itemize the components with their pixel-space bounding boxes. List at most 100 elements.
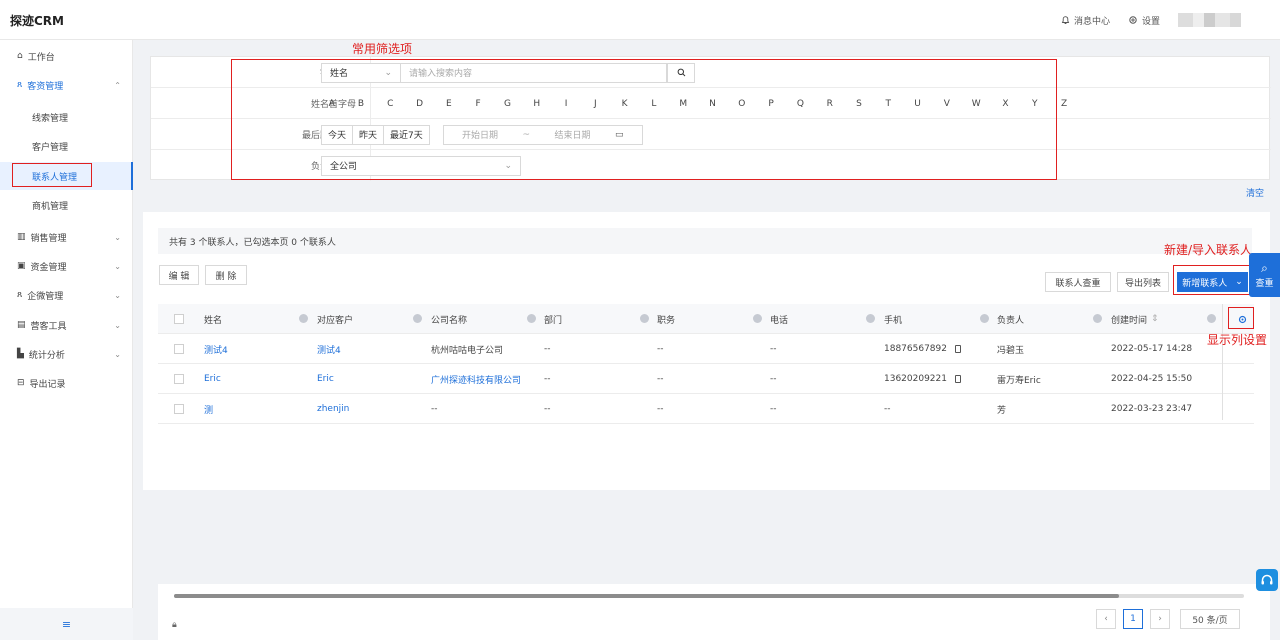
messages-link[interactable]: 消息中心 <box>1061 14 1110 27</box>
table-row[interactable]: 测试4 测试4 杭州咕咕电子公司 -- -- -- 18876567892 冯碧… <box>158 334 1254 364</box>
prev-page-button[interactable]: ‹ <box>1096 609 1116 629</box>
scrollbar-thumb[interactable] <box>174 594 1119 598</box>
mobile-cell: -- <box>884 404 891 414</box>
column-header-customer[interactable]: 对应客户 <box>317 304 428 334</box>
row-checkbox[interactable] <box>174 364 184 394</box>
chevron-down-icon: ⌄ <box>114 232 121 242</box>
select-all-checkbox[interactable] <box>174 304 184 334</box>
sidebar-item-label: 销售管理 <box>30 233 67 244</box>
copy-icon[interactable] <box>955 345 961 353</box>
chevron-down-icon: ⌄ <box>114 261 121 271</box>
column-menu-icon[interactable] <box>640 314 649 323</box>
sidebar-item-label: 客资管理 <box>27 81 64 92</box>
sidebar-item-finance[interactable]: ▣ 资金管理 ⌄ <box>0 252 133 280</box>
company-link[interactable]: 广州探迹科技有限公司 <box>431 364 521 394</box>
chevron-down-icon: ⌄ <box>114 320 121 330</box>
gear-icon <box>1129 16 1137 24</box>
document-search-icon: ⌕ <box>1261 261 1268 275</box>
sidebar-item-leads[interactable]: 线索管理 <box>0 103 133 131</box>
row-checkbox[interactable] <box>174 334 184 364</box>
edit-button[interactable]: 编 辑 <box>159 265 199 285</box>
export-list-button[interactable]: 导出列表 <box>1117 272 1169 292</box>
column-menu-icon[interactable] <box>1093 314 1102 323</box>
sidebar-item-tools[interactable]: ▤ 营客工具 ⌄ <box>0 311 133 339</box>
page-size-select[interactable]: 50 条/页 <box>1180 609 1240 629</box>
dept-cell: -- <box>544 374 551 384</box>
lock-icon[interactable]: 🔒︎ <box>172 620 177 630</box>
chart-box-icon: ▥ <box>17 232 26 242</box>
column-header-label: 公司名称 <box>431 315 468 326</box>
dept-cell: -- <box>544 344 551 354</box>
phone-cell: -- <box>770 404 777 414</box>
column-header-owner[interactable]: 负责人 <box>997 304 1108 334</box>
customer-link[interactable]: 测试4 <box>317 334 341 364</box>
support-headset-button[interactable] <box>1256 569 1278 591</box>
column-header-created[interactable]: 创建时间 ⇕ <box>1111 304 1222 334</box>
column-header-phone[interactable]: 电话 <box>770 304 881 334</box>
next-page-button[interactable]: › <box>1150 609 1170 629</box>
column-menu-icon[interactable] <box>527 314 536 323</box>
chevron-left-icon: ‹ <box>1104 614 1108 624</box>
column-menu-icon[interactable] <box>753 314 762 323</box>
mobile-cell: 13620209221 <box>884 364 961 394</box>
title-cell: -- <box>657 404 664 414</box>
title-cell: -- <box>657 344 664 354</box>
column-header-mobile[interactable]: 手机 <box>884 304 995 334</box>
customer-link[interactable]: Eric <box>317 364 334 394</box>
sidebar-item-label: 营客工具 <box>30 321 67 332</box>
sidebar-item-customers[interactable]: 客户管理 <box>0 132 133 160</box>
sidebar-item-export-records[interactable]: ⊟ 导出记录 <box>0 369 133 397</box>
column-menu-icon[interactable] <box>413 314 422 323</box>
dept-cell: -- <box>544 404 551 414</box>
user-avatar[interactable] <box>1178 13 1252 27</box>
contact-name-link[interactable]: 测 <box>204 394 213 424</box>
column-header-company[interactable]: 公司名称 <box>431 304 542 334</box>
people-icon: ጸ <box>17 290 23 300</box>
delete-button[interactable]: 删 除 <box>205 265 247 285</box>
chevron-right-icon: › <box>1158 614 1162 624</box>
row-checkbox[interactable] <box>174 394 184 424</box>
floating-dedupe-label: 查重 <box>1255 279 1274 289</box>
clear-filters-link[interactable]: 清空 <box>1246 186 1264 199</box>
wallet-icon: ▣ <box>17 261 26 271</box>
toolbox-icon: ▤ <box>17 320 26 330</box>
dedupe-button[interactable]: 联系人查重 <box>1045 272 1111 292</box>
sidebar-collapse-button[interactable]: ≡ <box>0 608 133 640</box>
column-menu-icon[interactable] <box>299 314 308 323</box>
sidebar-item-sales[interactable]: ▥ 销售管理 ⌄ <box>0 223 133 251</box>
contact-name-link[interactable]: Eric <box>204 364 221 394</box>
contact-name-link[interactable]: 测试4 <box>204 334 228 364</box>
column-header-label: 部门 <box>544 315 563 326</box>
home-icon: ⌂ <box>17 51 23 61</box>
sidebar-item-workbench[interactable]: ⌂ 工作台 <box>0 42 133 70</box>
table-row[interactable]: Eric Eric 广州探迹科技有限公司 -- -- -- 1362020922… <box>158 364 1254 394</box>
annotation-box-column-settings <box>1228 307 1254 329</box>
bell-icon <box>1061 16 1070 24</box>
floating-dedupe-tab[interactable]: ⌕ 查重 <box>1249 253 1280 297</box>
chevron-down-icon: ⌄ <box>114 349 121 359</box>
column-menu-icon[interactable] <box>1207 314 1216 323</box>
column-menu-icon[interactable] <box>980 314 989 323</box>
sidebar-item-analytics[interactable]: ▙ 统计分析 ⌄ <box>0 340 133 368</box>
customer-link[interactable]: zhenjin <box>317 394 349 424</box>
sidebar-item-label: 客户管理 <box>32 142 69 153</box>
column-header-title[interactable]: 职务 <box>657 304 768 334</box>
app-logo[interactable]: 探迹CRM <box>10 12 64 29</box>
column-menu-icon[interactable] <box>866 314 875 323</box>
annotation-common-filters: 常用筛选项 <box>352 42 413 56</box>
page-number-current[interactable]: 1 <box>1123 609 1143 629</box>
copy-icon[interactable] <box>955 375 961 383</box>
sidebar-item-wecom[interactable]: ጸ 企微管理 ⌄ <box>0 281 133 309</box>
people-icon: ጸ <box>17 80 23 90</box>
sidebar-item-customer-mgmt[interactable]: ጸ 客资管理 ⌃ <box>0 71 133 99</box>
sidebar-item-label: 资金管理 <box>30 262 67 273</box>
column-header-dept[interactable]: 部门 <box>544 304 655 334</box>
sidebar-item-opportunities[interactable]: 商机管理 <box>0 191 133 219</box>
settings-link[interactable]: 设置 <box>1128 14 1160 27</box>
horizontal-scrollbar[interactable] <box>174 594 1244 598</box>
sidebar-item-label: 工作台 <box>27 52 55 63</box>
table-row[interactable]: 测 zhenjin -- -- -- -- -- 芳 2022-03-23 23… <box>158 394 1254 424</box>
column-header-name[interactable]: 姓名 <box>204 304 314 334</box>
chevron-down-icon: ⌄ <box>114 290 121 300</box>
sort-icon[interactable]: ⇕ <box>1151 314 1159 324</box>
